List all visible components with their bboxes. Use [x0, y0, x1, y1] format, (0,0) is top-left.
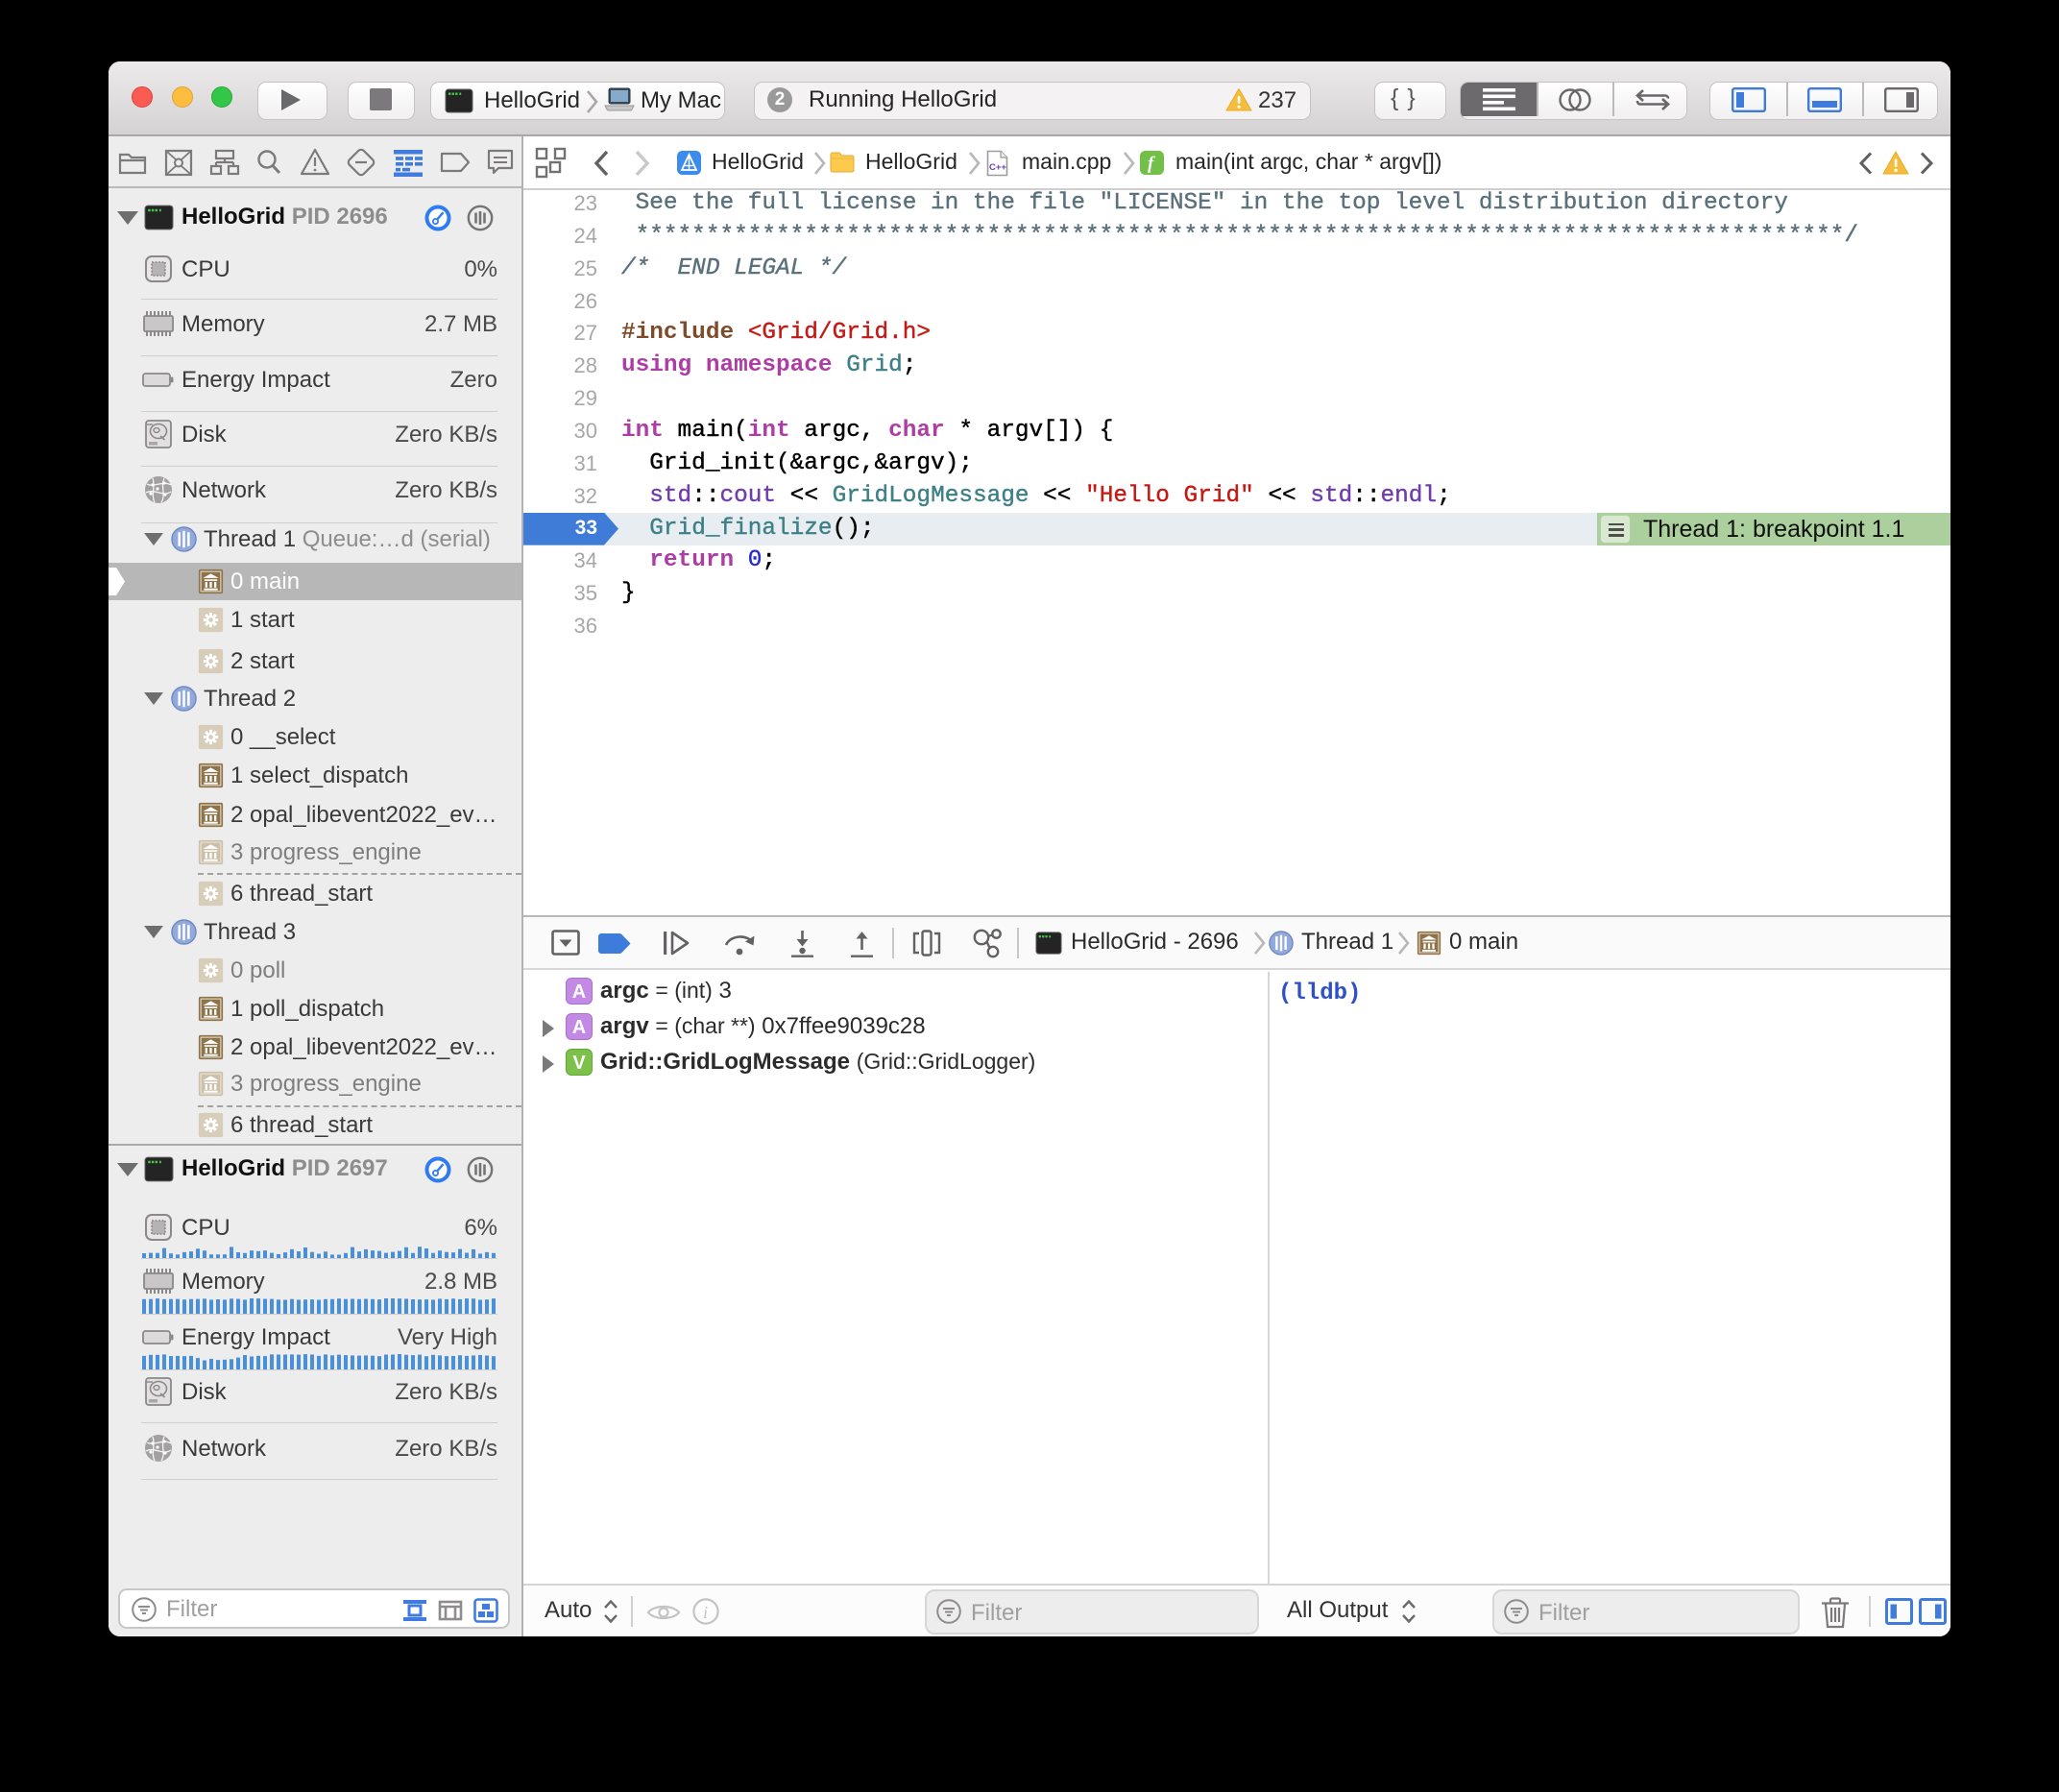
svg-text:C++: C++: [989, 162, 1006, 173]
svg-text:i: i: [703, 1603, 708, 1622]
